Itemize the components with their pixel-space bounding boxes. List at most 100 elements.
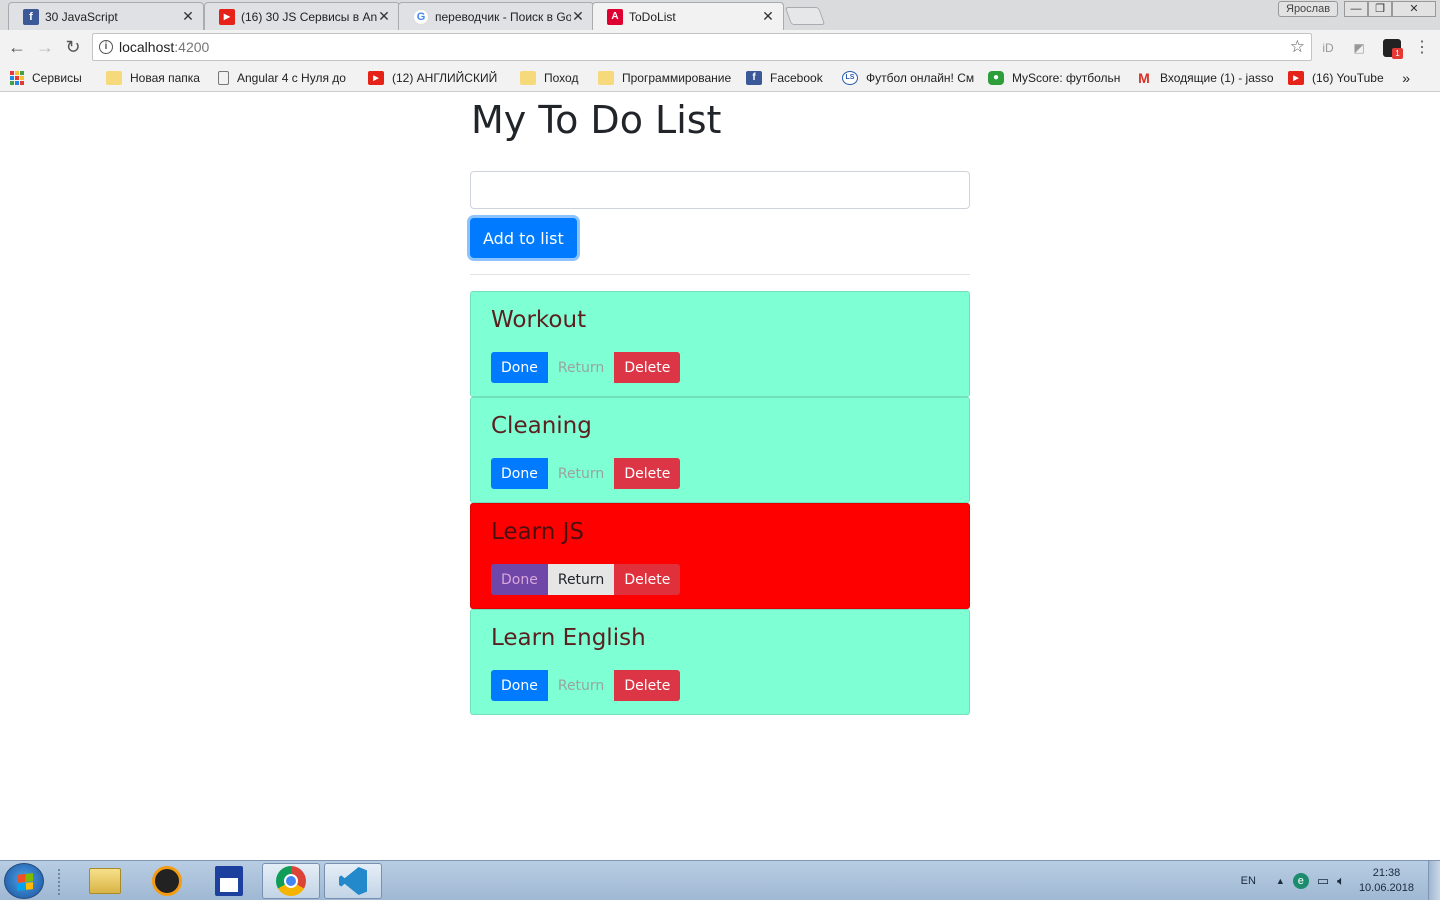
clock-time: 21:38	[1372, 867, 1401, 879]
tray-app-icon[interactable]: e	[1292, 873, 1309, 889]
tab-google-search[interactable]: G переводчик - Поиск в Google ✕	[398, 2, 594, 30]
extension-id-icon[interactable]: iD	[1319, 39, 1337, 57]
bookmark-new-folder[interactable]: Новая папка	[106, 70, 204, 85]
delete-button[interactable]: Delete	[614, 458, 681, 489]
divider	[470, 274, 970, 275]
bookmark-label: Angular 4 с Нуля до	[237, 70, 346, 85]
gmail-icon: M	[1138, 70, 1150, 85]
tab-title: переводчик - Поиск в Google	[435, 9, 571, 24]
todo-item: Cleaning Done Return Delete	[470, 397, 970, 503]
clock-date: 10.06.2018	[1358, 882, 1414, 894]
bookmark-angular[interactable]: Angular 4 с Нуля до	[218, 70, 354, 85]
bookmarks-bar: Сервисы Новая папка Angular 4 с Нуля до …	[0, 64, 1440, 92]
extension-rss-icon[interactable]: ◩	[1350, 39, 1368, 57]
close-tab-icon[interactable]: ✕	[181, 8, 195, 25]
bookmark-myscore[interactable]: ● MyScore: футбольн	[988, 70, 1122, 85]
youtube-icon: ▶	[1288, 70, 1304, 85]
browser-toolbar: ← → ↻ i localhost :4200 ☆ iD ◩ 1 ⋮	[0, 30, 1440, 64]
bookmark-label: Поход	[544, 70, 579, 85]
page-icon	[218, 70, 229, 85]
vscode-icon[interactable]	[324, 863, 382, 899]
forward-icon[interactable]: →	[33, 35, 57, 59]
done-button[interactable]: Done	[491, 564, 548, 595]
bookmark-gmail[interactable]: M Входящие (1) - jasso	[1136, 71, 1274, 85]
done-button[interactable]: Done	[491, 458, 548, 489]
clock[interactable]: 21:38 10.06.2018	[1359, 866, 1414, 896]
bookmark-services[interactable]: Сервисы	[10, 70, 92, 85]
close-tab-icon[interactable]: ✕	[571, 8, 585, 25]
bookmark-programming[interactable]: Программирование	[598, 70, 732, 85]
delete-button[interactable]: Delete	[614, 564, 681, 595]
todo-name: Workout	[491, 307, 587, 333]
facebook-icon: f	[746, 70, 762, 85]
close-window-button[interactable]: ✕	[1392, 1, 1436, 17]
browser-tab-strip: f 30 JavaScript ✕ ▶ (16) 30 JS Сервисы в…	[0, 0, 1440, 30]
tab-todolist[interactable]: A ToDoList ✕	[592, 2, 784, 30]
facebook-icon: f	[23, 8, 39, 25]
angular-icon: A	[607, 8, 623, 25]
menu-dots-icon[interactable]: ⋮	[1413, 39, 1431, 57]
windows-taskbar: EN ▲ e ▭ 🔈︎ 21:38 10.06.2018	[0, 860, 1440, 900]
new-tab-button[interactable]	[784, 7, 826, 25]
show-hidden-icons-icon[interactable]: ▲	[1276, 876, 1285, 886]
aimp-icon[interactable]	[138, 863, 196, 899]
language-indicator[interactable]: EN	[1241, 875, 1256, 887]
chrome-icon[interactable]	[262, 863, 320, 899]
start-button[interactable]	[4, 863, 44, 899]
page-title: My To Do List	[471, 98, 722, 142]
folder-icon	[520, 70, 536, 85]
football-icon: LS	[842, 70, 858, 85]
bookmark-label: Программирование	[622, 70, 732, 85]
explorer-icon[interactable]	[76, 863, 134, 899]
url-port: :4200	[174, 39, 210, 55]
bookmark-label: MyScore: футбольн	[1012, 70, 1121, 85]
bookmark-football[interactable]: LS Футбол онлайн! См	[842, 70, 974, 85]
done-button[interactable]: Done	[491, 670, 548, 701]
bookmark-hike[interactable]: Поход	[520, 70, 584, 85]
bookmark-facebook[interactable]: f Facebook	[746, 70, 828, 85]
bookmark-label: (12) АНГЛИЙСКИЙ	[392, 70, 498, 85]
bookmark-label: Сервисы	[32, 70, 82, 85]
todo-actions: Done Return Delete	[491, 458, 949, 489]
extension-badge-count: 1	[1392, 48, 1403, 59]
return-button[interactable]: Return	[548, 670, 614, 701]
close-tab-icon[interactable]: ✕	[761, 8, 775, 25]
profile-button[interactable]: Ярослав	[1278, 1, 1339, 17]
bookmark-star-icon[interactable]: ☆	[1290, 37, 1305, 57]
new-todo-input[interactable]	[470, 171, 970, 209]
todo-name: Learn JS	[491, 519, 584, 545]
back-icon[interactable]: ←	[5, 35, 29, 59]
minimize-button[interactable]: —	[1344, 1, 1368, 17]
done-button[interactable]: Done	[491, 352, 548, 383]
reload-icon[interactable]: ↻	[61, 35, 85, 59]
bookmark-youtube[interactable]: ▶ (16) YouTube	[1288, 70, 1388, 85]
site-info-icon[interactable]: i	[99, 40, 113, 54]
show-desktop-button[interactable]	[1428, 861, 1440, 900]
extension-badge-icon[interactable]: 1	[1383, 39, 1403, 59]
tab-title: ToDoList	[629, 9, 676, 24]
save-disk-icon[interactable]	[200, 863, 258, 899]
tab-title: 30 JavaScript	[45, 9, 118, 24]
todo-actions: Done Return Delete	[491, 670, 949, 701]
bookmarks-overflow-button[interactable]: »	[1402, 70, 1410, 86]
return-button[interactable]: Return	[548, 458, 614, 489]
restore-button[interactable]: ❐	[1368, 1, 1392, 17]
todo-item: Learn JS Done Return Delete	[470, 503, 970, 609]
delete-button[interactable]: Delete	[614, 670, 681, 701]
close-tab-icon[interactable]: ✕	[377, 8, 391, 25]
volume-icon[interactable]: 🔈︎	[1337, 873, 1345, 889]
return-button[interactable]: Return	[547, 564, 615, 595]
windows-logo-icon	[17, 873, 33, 891]
delete-button[interactable]: Delete	[614, 352, 681, 383]
address-bar[interactable]: i localhost :4200 ☆	[92, 33, 1312, 61]
add-to-list-button[interactable]: Add to list	[470, 218, 577, 258]
tab-youtube-angular[interactable]: ▶ (16) 30 JS Сервисы в Angular ✕	[204, 2, 400, 30]
tab-30-javascript[interactable]: f 30 JavaScript ✕	[8, 2, 204, 30]
bookmark-english[interactable]: ▶ (12) АНГЛИЙСКИЙ	[368, 70, 506, 85]
return-button[interactable]: Return	[548, 352, 614, 383]
myscore-icon: ●	[988, 70, 1004, 85]
folder-icon	[106, 70, 122, 85]
todo-item: Workout Done Return Delete	[470, 291, 970, 397]
network-icon[interactable]: ▭	[1317, 873, 1329, 889]
todo-name: Cleaning	[491, 413, 592, 439]
